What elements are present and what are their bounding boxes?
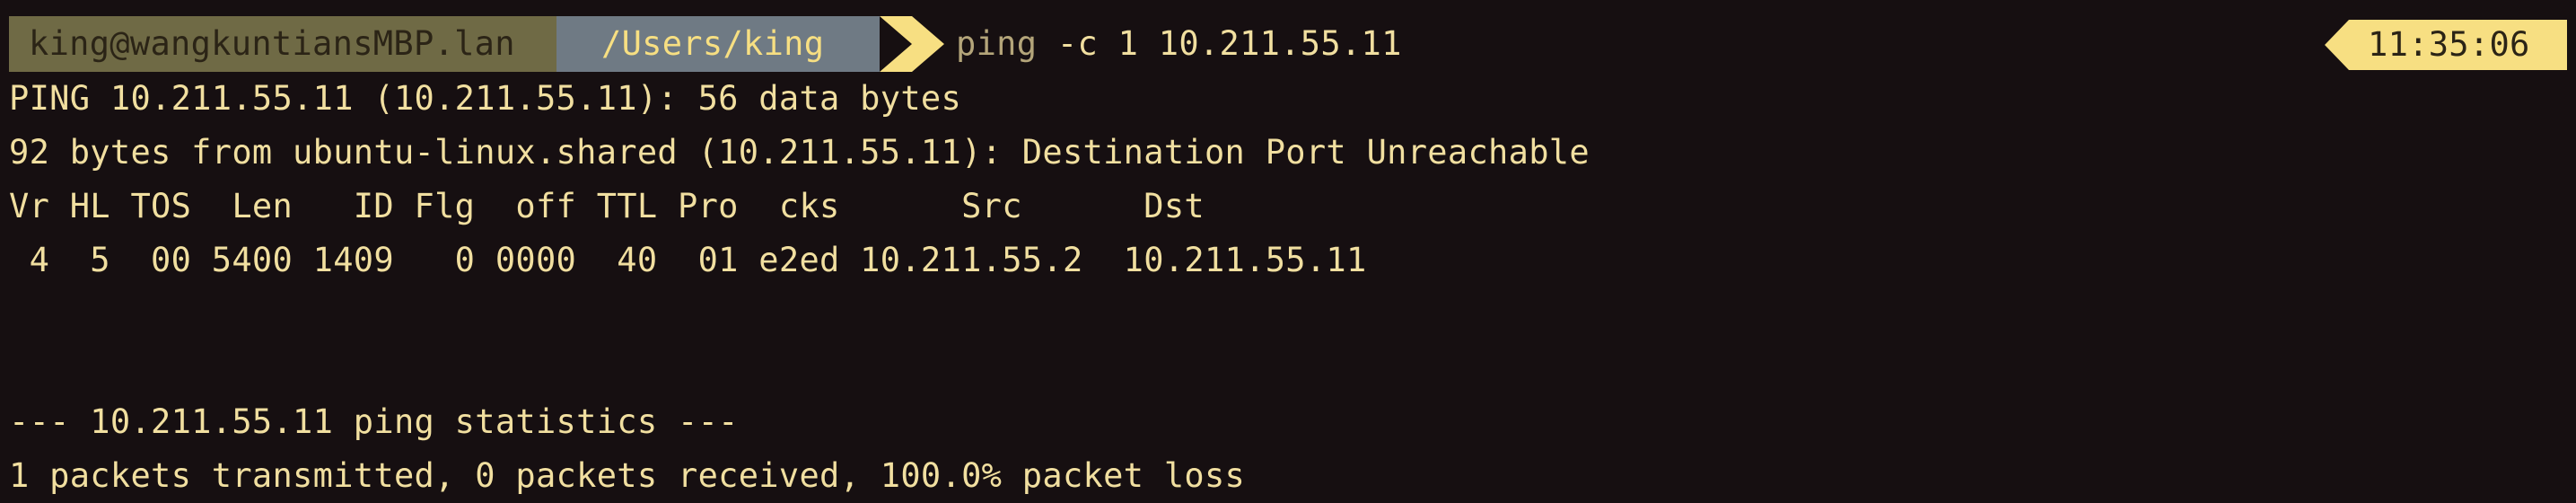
output-line: 92 bytes from ubuntu-linux.shared (10.21… — [9, 133, 1590, 172]
powerline-arrow-icon — [880, 16, 944, 72]
terminal-window[interactable]: king@wangkuntiansMBP.lan /Users/king pin… — [0, 0, 2576, 503]
output-line: 1 packets transmitted, 0 packets receive… — [9, 456, 1246, 495]
prompt-line: king@wangkuntiansMBP.lan /Users/king pin… — [9, 16, 2567, 72]
command-name: ping — [956, 24, 1038, 63]
output-line: 4 5 00 5400 1409 0 0000 40 01 e2ed 10.21… — [9, 241, 1367, 279]
output-line: --- 10.211.55.11 ping statistics --- — [9, 402, 739, 441]
output-line: Vr HL TOS Len ID Flg off TTL Pro cks Src… — [9, 187, 1205, 225]
command-line[interactable]: ping -c 1 10.211.55.11 — [956, 16, 1402, 72]
time-badge: 11:35:06 — [2325, 20, 2567, 70]
command-args: -c 1 10.211.55.11 — [1056, 24, 1402, 63]
prompt-path: /Users/king — [556, 16, 880, 72]
prompt-user-host: king@wangkuntiansMBP.lan — [9, 16, 556, 72]
output-line: PING 10.211.55.11 (10.211.55.11): 56 dat… — [9, 79, 962, 118]
